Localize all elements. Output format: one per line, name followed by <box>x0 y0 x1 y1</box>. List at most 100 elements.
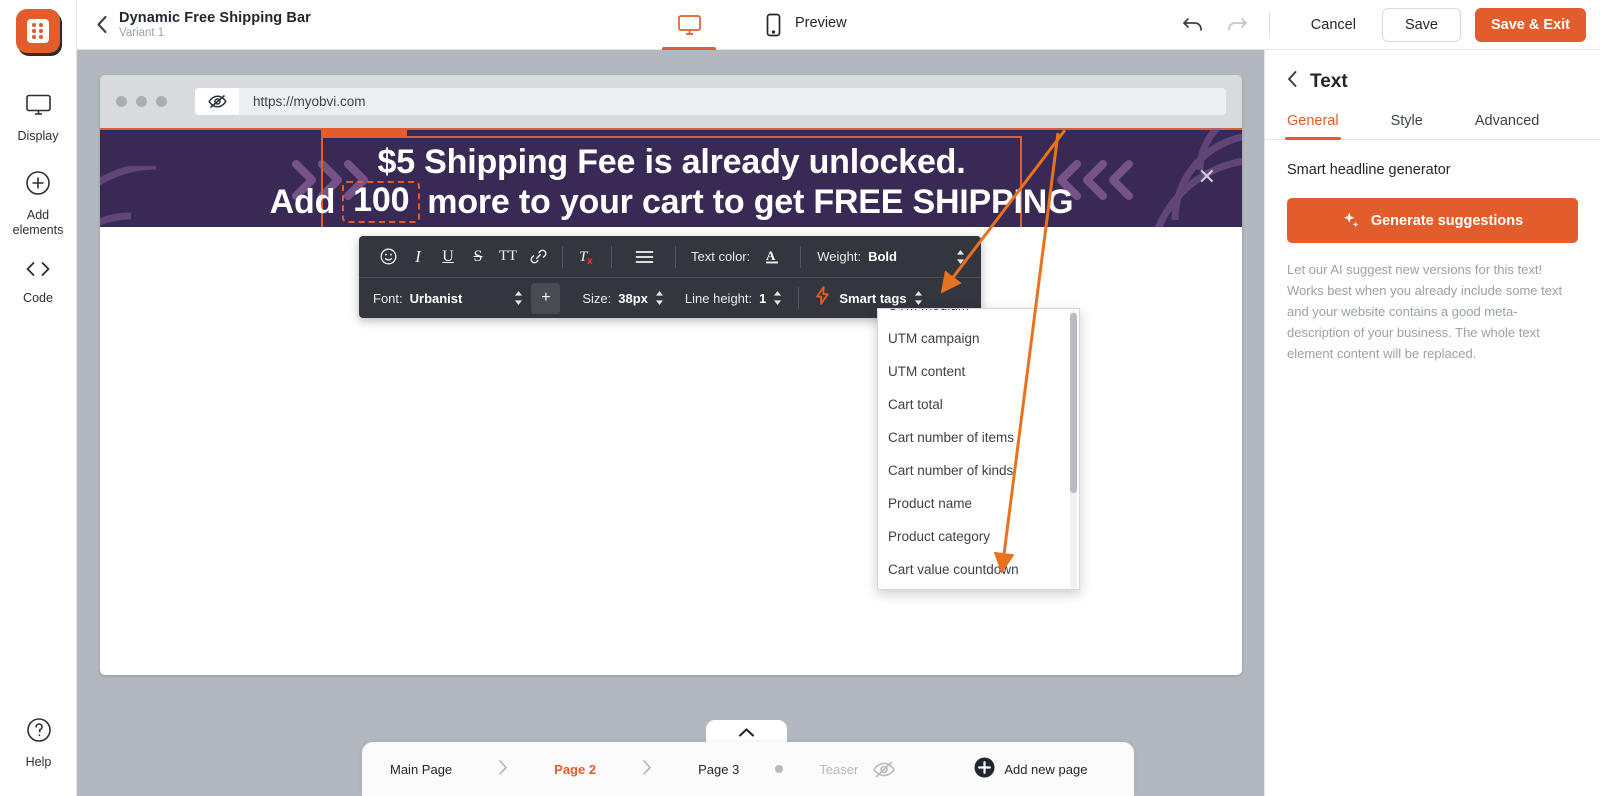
smart-tag-token[interactable]: 100 <box>342 181 420 223</box>
font-color-icon[interactable]: A <box>757 243 787 271</box>
svg-text:x: x <box>587 256 593 266</box>
align-icon[interactable] <box>629 243 659 271</box>
divider <box>562 246 563 268</box>
smart-headline-generator-label: Smart headline generator <box>1287 162 1578 178</box>
browser-dot-red <box>116 96 127 107</box>
panel-back-chevron-left-icon[interactable] <box>1287 70 1298 93</box>
monitor-icon <box>25 93 52 122</box>
page-tab-main-page[interactable]: Main Page <box>390 762 452 777</box>
page-tab-page-3[interactable]: Page 3 <box>698 762 739 777</box>
document-title-block: Dynamic Free Shipping Bar Variant 1 <box>119 10 311 39</box>
add-new-page-button[interactable]: Add new page <box>974 757 1087 781</box>
toolbar-divider <box>1269 12 1270 38</box>
format-row-primary: I U S TT T x <box>359 236 981 277</box>
save-and-exit-button[interactable]: Save & Exit <box>1475 8 1586 42</box>
line-height-stepper[interactable] <box>773 291 782 305</box>
code-brackets-icon <box>24 259 52 284</box>
size-value[interactable]: 38px <box>618 291 648 306</box>
chevron-up-icon <box>738 725 755 743</box>
url-bar[interactable]: https://myobvi.com <box>195 88 1226 115</box>
banner-headline-line2: Add 100 more to your cart to get FREE SH… <box>270 181 1074 223</box>
tab-advanced[interactable]: Advanced <box>1475 107 1540 139</box>
page-tab-page-2[interactable]: Page 2 <box>554 762 596 777</box>
banner-text-editor[interactable]: Edit mode $5 Shipping Fee is already unl… <box>321 136 1022 227</box>
top-bar: Dynamic Free Shipping Bar Variant 1 Prev… <box>77 0 1600 50</box>
list-item[interactable]: UTM medium <box>878 308 1079 322</box>
weight-label: Weight: <box>817 249 861 264</box>
teaser-hidden-eye-off-icon[interactable] <box>872 760 896 779</box>
editor-app: Display Addelements Code <box>0 0 1600 796</box>
back-button[interactable] <box>91 14 113 36</box>
generate-suggestions-button[interactable]: Generate suggestions <box>1287 198 1578 243</box>
app-logo[interactable] <box>16 9 60 53</box>
font-value[interactable]: Urbanist <box>410 291 463 306</box>
sidebar-item-display[interactable]: Display <box>0 93 77 144</box>
svg-text:A: A <box>766 248 776 263</box>
top-actions: Cancel Save Save & Exit <box>1299 0 1586 50</box>
line-height-value[interactable]: 1 <box>759 291 766 306</box>
sidebar-item-help[interactable]: Help <box>0 717 77 770</box>
add-font-button[interactable]: + <box>531 283 560 314</box>
save-button[interactable]: Save <box>1382 8 1461 42</box>
undo-icon[interactable] <box>1182 16 1204 34</box>
panel-header: Text <box>1265 50 1600 107</box>
smart-tags-dropdown[interactable]: UTM medium UTM campaign UTM content Cart… <box>877 308 1080 590</box>
weight-stepper[interactable] <box>956 250 965 264</box>
page-state-dot <box>775 765 783 773</box>
url-text: https://myobvi.com <box>253 94 366 109</box>
sidebar-item-code-label: Code <box>23 291 53 306</box>
list-item[interactable]: Product name <box>878 487 1079 520</box>
device-desktop-button[interactable] <box>660 0 718 50</box>
banner-line2-prefix: Add <box>270 185 336 220</box>
close-icon[interactable]: ✕ <box>1198 166 1216 188</box>
font-stepper[interactable] <box>514 291 523 305</box>
panel-body: Smart headline generator Generate sugges… <box>1265 140 1600 364</box>
list-item[interactable]: Cart total <box>878 388 1079 421</box>
list-item[interactable]: Cart number of items <box>878 421 1079 454</box>
plus-circle-filled-icon <box>974 757 995 781</box>
question-circle-icon <box>26 717 52 748</box>
underline-icon[interactable]: U <box>433 243 463 271</box>
plus-circle-icon <box>25 170 51 201</box>
list-item[interactable]: Cart value countdown <box>878 553 1079 586</box>
sidebar-item-display-label: Display <box>18 129 59 144</box>
size-label: Size: <box>582 291 611 306</box>
page-separator <box>642 759 652 780</box>
edit-mode-badge: Edit mode <box>321 128 407 137</box>
preview-label[interactable]: Preview <box>795 15 847 31</box>
list-item[interactable]: Cart number of kinds <box>878 454 1079 487</box>
editor-canvas: https://myobvi.com Edit mode <box>77 50 1264 796</box>
divider <box>798 287 799 309</box>
clear-formatting-icon[interactable]: T x <box>572 243 602 271</box>
device-toggle-group <box>660 0 802 50</box>
eye-off-icon[interactable] <box>195 88 239 115</box>
weight-value[interactable]: Bold <box>868 249 897 264</box>
smart-tags-label[interactable]: Smart tags <box>839 291 906 306</box>
sidebar-item-code[interactable]: Code <box>0 259 77 306</box>
size-stepper[interactable] <box>655 291 664 305</box>
shipping-banner: Edit mode $5 Shipping Fee is already unl… <box>100 128 1242 227</box>
smart-tags-stepper[interactable] <box>914 291 923 305</box>
list-item[interactable]: Product category <box>878 520 1079 553</box>
device-mobile-button[interactable] <box>744 0 802 50</box>
emoji-icon[interactable] <box>373 243 403 271</box>
browser-dot-yellow <box>136 96 147 107</box>
tab-style[interactable]: Style <box>1391 107 1423 139</box>
redo-icon[interactable] <box>1226 16 1248 34</box>
page-tab-teaser[interactable]: Teaser <box>819 762 858 777</box>
banner-headline-line1: $5 Shipping Fee is already unlocked. <box>378 145 966 180</box>
italic-icon[interactable]: I <box>403 243 433 271</box>
strikethrough-icon[interactable]: S <box>463 243 493 271</box>
sidebar-item-add-elements-label: Addelements <box>13 208 64 238</box>
list-item[interactable]: UTM content <box>878 355 1079 388</box>
dropdown-scrollbar-thumb[interactable] <box>1070 313 1077 493</box>
variant-label: Variant 1 <box>119 27 311 39</box>
cancel-button[interactable]: Cancel <box>1299 9 1368 41</box>
link-icon[interactable] <box>523 243 553 271</box>
text-transform-icon[interactable]: TT <box>493 243 523 271</box>
tab-general[interactable]: General <box>1287 107 1339 139</box>
left-rail: Display Addelements Code <box>0 0 77 796</box>
sidebar-item-add-elements[interactable]: Addelements <box>0 170 77 238</box>
decorative-arcs-left <box>100 166 216 227</box>
list-item[interactable]: UTM campaign <box>878 322 1079 355</box>
